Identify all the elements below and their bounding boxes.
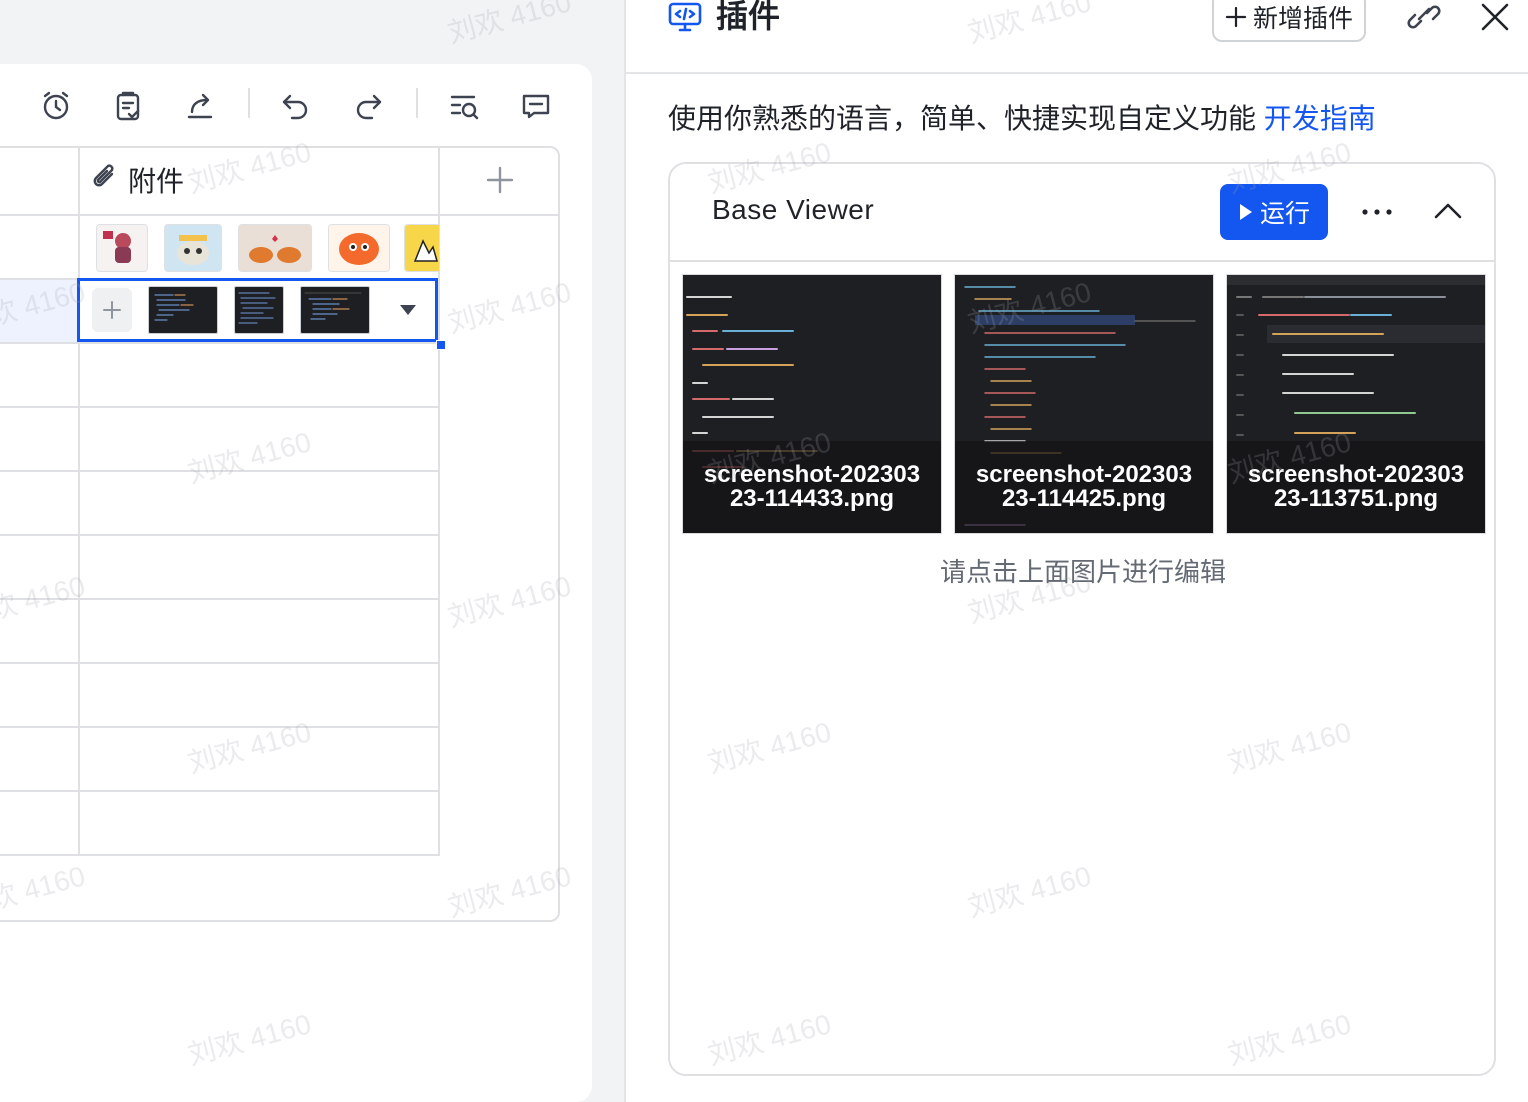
chevron-up-icon[interactable] — [1432, 196, 1464, 226]
attachment-thumbnail[interactable] — [164, 224, 222, 272]
row-divider — [0, 790, 440, 792]
attachment-thumbnail[interactable] — [238, 224, 312, 272]
row-divider — [0, 662, 440, 664]
plugin-panel: 插件 新增插件 使用你熟悉的语言，简单、快捷实现自定义功能 开发指南 Base … — [624, 0, 1528, 1102]
plus-icon — [1225, 6, 1247, 28]
search-list-icon[interactable] — [444, 86, 484, 126]
attachment-thumbnail[interactable] — [148, 286, 218, 334]
attachment-column-header[interactable]: 附件 — [90, 162, 184, 198]
run-button[interactable]: 运行 — [1220, 184, 1328, 240]
plugin-name: Base Viewer — [712, 194, 875, 225]
panel-title: 插件 — [716, 0, 781, 34]
attachment-thumbnail[interactable] — [328, 224, 390, 272]
plugin-card-header: Base Viewer 运行 — [670, 164, 1494, 262]
link-icon[interactable] — [1404, 0, 1444, 34]
paperclip-icon — [90, 162, 120, 199]
image-filename: screenshot-20230323-113751.png — [1227, 441, 1485, 533]
row-divider — [438, 852, 558, 854]
header-divider — [0, 214, 558, 216]
plugin-image[interactable]: screenshot-20230323-114433.png — [682, 274, 942, 534]
row-divider — [0, 406, 440, 408]
developer-guide-link[interactable]: 开发指南 — [1264, 103, 1376, 134]
comment-icon[interactable] — [516, 86, 556, 126]
share-icon[interactable] — [180, 86, 220, 126]
chevron-down-icon[interactable] — [396, 300, 420, 320]
row-divider — [0, 854, 440, 856]
clipboard-check-icon[interactable] — [108, 86, 148, 126]
run-label: 运行 — [1259, 200, 1310, 228]
redo-icon[interactable] — [348, 86, 388, 126]
attachment-thumbnail[interactable] — [300, 286, 370, 334]
plugin-image[interactable]: screenshot-20230323-113751.png — [1226, 274, 1486, 534]
plugin-code-icon — [668, 2, 702, 32]
add-plugin-label: 新增插件 — [1252, 5, 1353, 33]
cell-fill-handle[interactable] — [436, 340, 446, 350]
row-divider — [0, 470, 440, 472]
row-divider — [0, 534, 440, 536]
row-divider — [0, 726, 440, 728]
play-icon — [1239, 204, 1252, 220]
panel-header: 插件 新增插件 — [626, 0, 1528, 74]
intro-text: 使用你熟悉的语言，简单、快捷实现自定义功能 — [668, 103, 1264, 134]
more-icon[interactable] — [1360, 198, 1394, 226]
plugin-card: Base Viewer 运行 screenshot-20230323-11443… — [668, 162, 1496, 1076]
undo-icon[interactable] — [276, 86, 316, 126]
add-column-button[interactable] — [482, 162, 518, 198]
toolbar-divider — [416, 88, 418, 118]
image-filename: screenshot-20230323-114425.png — [955, 441, 1213, 533]
toolbar-divider — [248, 88, 250, 118]
attachment-thumbnail[interactable] — [96, 224, 148, 272]
alarm-clock-icon[interactable] — [36, 86, 76, 126]
close-icon[interactable] — [1478, 0, 1512, 34]
add-attachment-button[interactable] — [92, 288, 132, 332]
row-divider — [0, 342, 440, 344]
edit-hint: 请点击上面图片进行编辑 — [939, 557, 1226, 587]
plugin-image[interactable]: screenshot-20230323-114425.png — [954, 274, 1214, 534]
image-filename: screenshot-20230323-114433.png — [683, 441, 941, 533]
attachment-thumbnail[interactable] — [234, 286, 284, 334]
column-divider — [78, 146, 80, 854]
attachment-thumbnail[interactable] — [404, 224, 439, 272]
add-plugin-button[interactable]: 新增插件 — [1212, 0, 1366, 42]
grid-area: 附件 — [0, 0, 592, 1102]
selected-row-highlight — [0, 280, 78, 342]
row-divider — [0, 598, 440, 600]
attachment-column-label: 附件 — [128, 166, 185, 197]
panel-intro: 使用你熟悉的语言，简单、快捷实现自定义功能 开发指南 — [668, 100, 1376, 138]
